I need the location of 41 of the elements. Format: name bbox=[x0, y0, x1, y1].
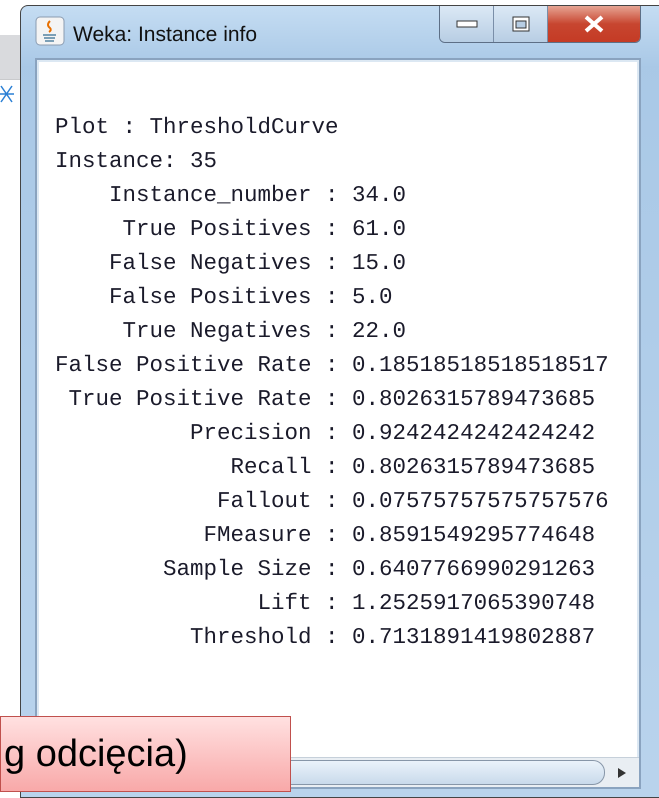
java-icon bbox=[35, 16, 65, 46]
close-button[interactable] bbox=[548, 6, 640, 42]
attribute-value: 34.0 bbox=[352, 181, 408, 210]
attribute-value: 0.6407766990291263 bbox=[352, 555, 596, 584]
attribute-value: 0.8591549295774648 bbox=[352, 521, 596, 550]
attribute-value: 0.9242424242424242 bbox=[352, 419, 596, 448]
window-title: Weka: Instance info bbox=[73, 22, 258, 48]
maximize-icon bbox=[512, 16, 530, 32]
attribute-value: 0.7131891419802887 bbox=[352, 623, 596, 652]
scroll-right-icon[interactable] bbox=[617, 766, 627, 778]
attribute-name: Precision : bbox=[189, 419, 339, 448]
attribute-name: Threshold : bbox=[189, 623, 339, 652]
attribute-value: 1.2525917065390748 bbox=[352, 589, 596, 618]
info-line: Plot : ThresholdCurve bbox=[55, 113, 339, 142]
attribute-value: 22.0 bbox=[352, 317, 408, 346]
attribute-value: 0.8026315789473685 bbox=[352, 453, 596, 482]
attribute-name: False Positive Rate : bbox=[55, 351, 339, 380]
maximize-button[interactable] bbox=[494, 6, 548, 42]
attribute-value: 61.0 bbox=[352, 215, 408, 244]
close-icon bbox=[583, 15, 605, 33]
attribute-name: True Positive Rate : bbox=[68, 385, 339, 414]
attribute-name: Recall : bbox=[230, 453, 339, 482]
minimize-icon bbox=[456, 20, 478, 28]
background-window bbox=[0, 35, 20, 80]
attribute-name: Instance_number : bbox=[108, 181, 339, 210]
attribute-name: Sample Size : bbox=[162, 555, 339, 584]
callout-text: g odcięcia) bbox=[4, 732, 188, 776]
info-line: Instance: 35 bbox=[55, 147, 218, 176]
minimize-button[interactable] bbox=[440, 6, 494, 42]
attribute-value: 15.0 bbox=[352, 249, 408, 278]
attribute-name: False Negatives : bbox=[108, 249, 339, 278]
attribute-value: 0.18518518518518517 bbox=[352, 351, 609, 380]
attribute-value: 5.0 bbox=[352, 283, 394, 312]
attribute-name: True Negatives : bbox=[122, 317, 339, 346]
attribute-value: 0.8026315789473685 bbox=[352, 385, 596, 414]
attribute-name: True Positives : bbox=[122, 215, 339, 244]
attribute-value: 0.07575757575757576 bbox=[352, 487, 609, 516]
attribute-name: Fallout : bbox=[216, 487, 339, 516]
attribute-name: False Positives : bbox=[108, 283, 339, 312]
attribute-name: Lift : bbox=[256, 589, 339, 618]
attribute-name: FMeasure : bbox=[202, 521, 339, 550]
